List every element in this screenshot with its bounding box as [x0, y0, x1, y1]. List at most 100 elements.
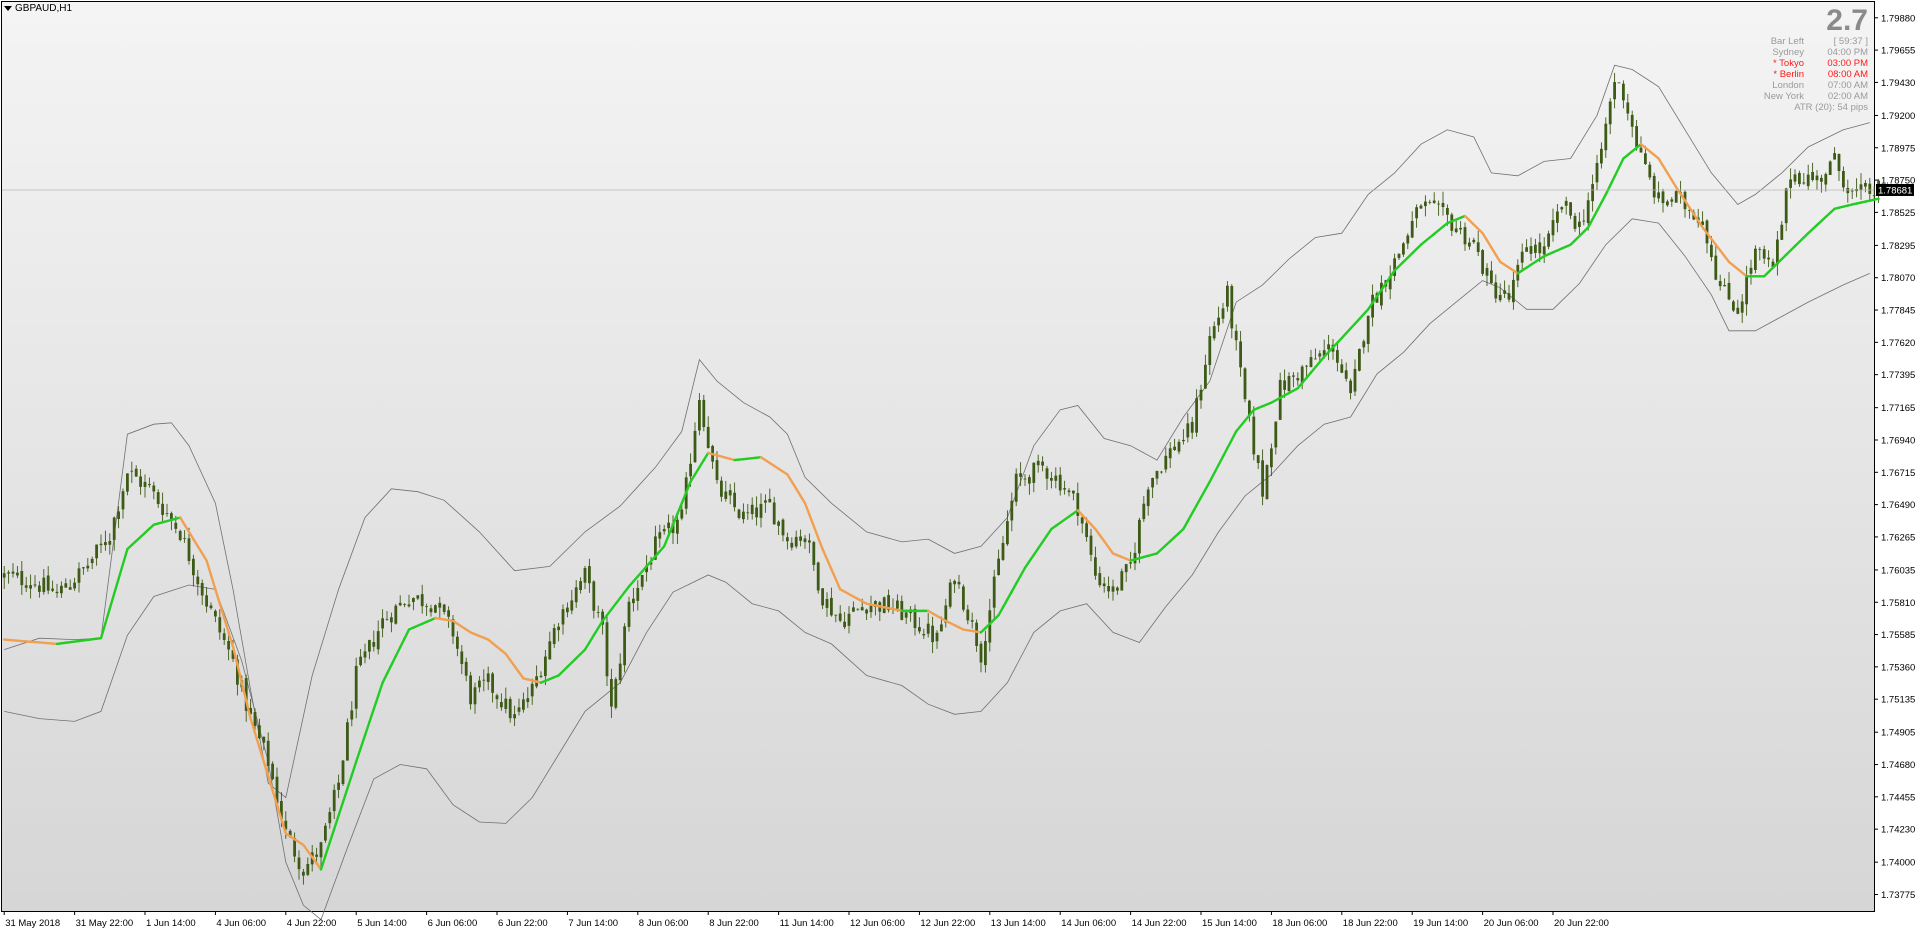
price-label: 1.79200 — [1881, 111, 1915, 122]
candle-body — [979, 643, 983, 663]
candle-body — [161, 503, 164, 515]
candle-body — [354, 665, 358, 709]
candle-body — [346, 722, 349, 761]
candle-body — [1754, 248, 1757, 270]
candle-body — [786, 537, 789, 542]
candle-body — [500, 701, 503, 708]
candle-body — [720, 480, 723, 497]
candle-body — [1151, 478, 1154, 488]
candle-body — [570, 600, 574, 611]
candle-body — [139, 476, 142, 487]
candle-body — [1261, 460, 1264, 497]
candle-body — [165, 513, 169, 514]
price-label: 1.75585 — [1881, 630, 1915, 641]
candle — [271, 761, 274, 781]
candle-body — [1146, 489, 1150, 507]
candle-body — [1208, 335, 1212, 366]
candle-body — [209, 605, 213, 609]
candle-body — [1485, 268, 1489, 276]
candle-body — [332, 789, 336, 812]
candle-body — [812, 542, 816, 565]
candle-body — [350, 710, 354, 720]
candle-body — [390, 617, 393, 623]
candle-body — [20, 571, 24, 586]
info-value: 07:00 AM — [1827, 80, 1868, 91]
time-label: 6 Jun 06:00 — [428, 918, 478, 929]
candle-body — [16, 572, 19, 576]
candle-body — [1626, 102, 1630, 114]
time-label: 4 Jun 06:00 — [216, 918, 266, 929]
candle-body — [1296, 378, 1300, 381]
time-label: 14 Jun 22:00 — [1132, 918, 1187, 929]
candle-body — [1182, 439, 1185, 442]
candle-body — [60, 585, 63, 594]
candle-body — [1833, 153, 1836, 160]
candle-body — [315, 854, 318, 857]
chart-area[interactable]: 1.78681 1.79880 1.79655 1.79430 1.79200 1.78… — [0, 0, 1916, 933]
candle-body — [1028, 477, 1031, 484]
candle-body — [1036, 460, 1040, 466]
candle-body — [759, 503, 763, 518]
candle-body — [381, 618, 384, 629]
candle-body — [1507, 293, 1511, 300]
candle-body — [715, 460, 719, 481]
candle-body — [794, 536, 798, 547]
info-value: 08:00 AM — [1827, 69, 1868, 80]
candle-body — [363, 651, 367, 658]
candle-body — [1212, 326, 1216, 339]
candle-body — [218, 617, 222, 633]
candle-body — [1199, 389, 1203, 401]
candle-body — [1644, 153, 1647, 165]
candle-body — [1586, 200, 1590, 224]
candle-body — [627, 601, 631, 627]
candle-body — [1762, 249, 1766, 259]
time-label: 20 Jun 06:00 — [1484, 918, 1539, 929]
candle-body — [420, 594, 424, 607]
price-label: 1.77395 — [1881, 370, 1915, 381]
candle-body — [1604, 123, 1608, 151]
info-value: 02:00 AM — [1827, 91, 1868, 102]
dropdown-triangle-icon[interactable] — [4, 6, 12, 11]
price-label: 1.74905 — [1881, 728, 1915, 739]
candle-body — [1591, 184, 1594, 202]
candle-body — [992, 576, 996, 608]
candle-body — [200, 582, 204, 596]
candle-body — [1089, 535, 1093, 555]
candle-body — [447, 610, 450, 617]
candle-body — [7, 572, 10, 574]
candle-body — [1630, 114, 1634, 127]
candle-body — [1234, 330, 1238, 341]
candle-body — [1824, 174, 1828, 185]
candle-body — [1551, 220, 1555, 236]
candle-body — [1094, 557, 1097, 576]
candle-body — [1287, 376, 1291, 392]
candle-body — [592, 581, 596, 611]
candle-body — [935, 632, 939, 642]
candle-body — [1674, 191, 1678, 203]
candle-body — [1793, 174, 1797, 182]
price-chart[interactable]: 1.78681 1.79880 1.79655 1.79430 1.79200 1.78… — [0, 0, 1916, 933]
candle-body — [1512, 279, 1515, 303]
candle-body — [1349, 380, 1352, 394]
candle-body — [1397, 253, 1401, 258]
candle — [623, 623, 626, 673]
time-label: 20 Jun 22:00 — [1554, 918, 1609, 929]
price-label: 1.78295 — [1881, 241, 1915, 252]
candle-body — [1032, 462, 1036, 483]
candle-body — [1657, 192, 1660, 199]
candle-body — [95, 544, 98, 559]
candle-body — [579, 581, 582, 591]
candle-body — [632, 598, 635, 604]
candle-body — [108, 540, 112, 545]
candle-body — [816, 562, 820, 591]
chart-title[interactable]: GBPAUD,H1 — [4, 3, 72, 14]
candle-body — [948, 582, 952, 607]
candle-body — [1718, 281, 1722, 287]
candle-body — [1652, 175, 1656, 198]
candle-body — [610, 678, 613, 707]
candle-body — [491, 673, 494, 693]
candle-body — [1424, 201, 1427, 207]
session-info-panel: 2.7 Bar Left [ 59:37 ] Sydney 04:00 PM * T… — [1668, 6, 1868, 114]
candle-body — [1767, 257, 1770, 260]
candle-body — [596, 612, 600, 614]
